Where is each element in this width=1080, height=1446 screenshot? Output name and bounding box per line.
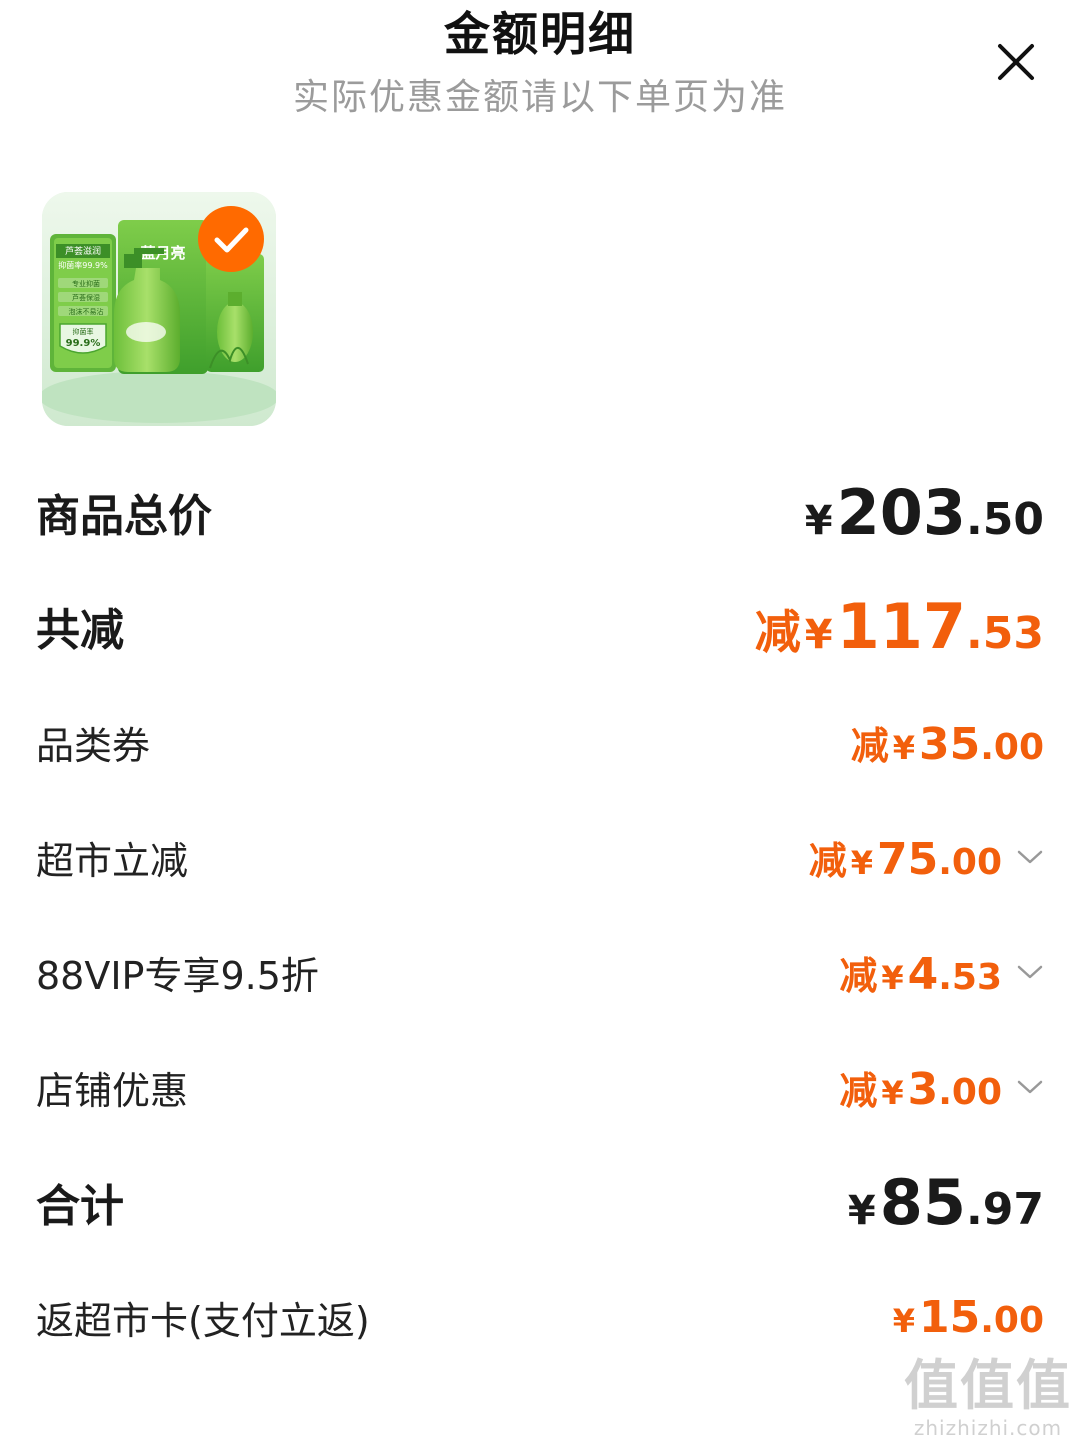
watermark-url: zhizhizhi.com [913, 1416, 1063, 1440]
row-store-discount[interactable]: 店铺优惠 减 ¥ 3 .00 [36, 1047, 1044, 1127]
badge-rate-text: 抑菌率99.9% [58, 260, 108, 270]
chevron-down-icon[interactable] [1016, 1077, 1044, 1097]
amount-integer: 3 [907, 1063, 939, 1115]
amount-integer: 117 [836, 589, 967, 663]
feature-3: 泡沫不易沾 [69, 307, 104, 316]
watermark-logo: 值值值 [904, 1354, 1072, 1417]
chevron-down-icon[interactable] [1016, 962, 1044, 982]
row-amount: ¥ 15 .00 [893, 1292, 1044, 1343]
row-label: 商品总价 [36, 491, 212, 542]
page-title: 金额明细 [444, 7, 636, 61]
discount-prefix: 减 [754, 604, 801, 659]
row-88vip-discount[interactable]: 88VIP专享9.5折 减 ¥ 4 .53 [36, 932, 1044, 1012]
discount-prefix: 减 [839, 1068, 878, 1113]
currency-symbol: ¥ [892, 728, 915, 767]
row-amount: 减 ¥ 4 .53 [839, 945, 1044, 1000]
amount-integer: 15 [918, 1291, 981, 1343]
watermark: 值值值 zhizhizhi.com [904, 1354, 1072, 1441]
currency-symbol: ¥ [881, 958, 904, 997]
amount-integer: 4 [907, 948, 939, 1000]
amount-decimal: .00 [980, 726, 1044, 768]
amount-decimal: .00 [980, 1299, 1044, 1341]
row-category-coupon: 品类券 减 ¥ 35 .00 [36, 702, 1044, 782]
amount-decimal: .53 [938, 956, 1002, 998]
amount-decimal: .97 [966, 1183, 1044, 1235]
discount-prefix: 减 [839, 953, 878, 998]
row-label: 品类券 [36, 723, 151, 768]
amount-decimal: .00 [938, 841, 1002, 883]
row-supermarket-card-rebate: 返超市卡(支付立返) ¥ 15 .00 [36, 1277, 1044, 1357]
currency-symbol: ¥ [847, 1187, 876, 1234]
amount-integer: 203 [836, 475, 967, 549]
row-amount: 减 ¥ 117 .53 [755, 590, 1044, 663]
chevron-down-icon[interactable] [1016, 847, 1044, 867]
row-label: 返超市卡(支付立返) [36, 1298, 370, 1343]
close-icon [998, 44, 1034, 80]
checkmark-icon [214, 227, 249, 253]
currency-symbol: ¥ [881, 1073, 904, 1112]
currency-symbol: ¥ [850, 843, 873, 882]
row-label: 88VIP专享9.5折 [36, 953, 319, 998]
badge-rate-label: 抑菌率 [73, 327, 94, 336]
sheet-header: 金额明细 实际优惠金额请以下单页为准 [0, 0, 1080, 130]
row-label: 店铺优惠 [36, 1068, 189, 1113]
badge-top-text: 芦荟滋润 [65, 245, 101, 257]
currency-symbol: ¥ [892, 1301, 915, 1340]
feature-2: 芦荟保湿 [72, 293, 100, 302]
row-amount: 减 ¥ 75 .00 [809, 830, 1044, 885]
row-grand-total: 合计 ¥ 85 .97 [36, 1162, 1044, 1242]
row-supermarket-discount[interactable]: 超市立减 减 ¥ 75 .00 [36, 817, 1044, 897]
row-total-discount: 共减 减 ¥ 117 .53 [36, 586, 1044, 666]
amount-decimal: .00 [938, 1071, 1002, 1113]
row-amount: 减 ¥ 35 .00 [851, 715, 1044, 770]
row-label: 合计 [36, 1181, 124, 1232]
badge-rate-big: 99.9% [66, 338, 101, 349]
row-subtotal: 商品总价 ¥ 203 .50 [36, 472, 1044, 552]
amount-integer: 35 [918, 718, 981, 770]
amount-decimal: .50 [966, 493, 1044, 545]
amount-integer: 75 [876, 833, 939, 885]
currency-symbol: ¥ [804, 497, 833, 544]
selected-check-button[interactable] [198, 206, 264, 272]
page-subtitle: 实际优惠金额请以下单页为准 [292, 77, 787, 118]
discount-prefix: 减 [850, 723, 889, 768]
discount-prefix: 减 [808, 838, 847, 883]
row-label: 共减 [36, 605, 124, 656]
row-amount: ¥ 203 .50 [805, 476, 1044, 549]
row-amount: 减 ¥ 3 .00 [839, 1060, 1044, 1115]
row-amount: ¥ 85 .97 [848, 1166, 1044, 1239]
amount-integer: 85 [879, 1165, 967, 1239]
row-label: 超市立减 [36, 838, 189, 883]
amount-decimal: .53 [966, 607, 1044, 659]
currency-symbol: ¥ [804, 611, 833, 658]
close-button[interactable] [990, 36, 1042, 88]
feature-1: 专业抑菌 [72, 279, 100, 288]
